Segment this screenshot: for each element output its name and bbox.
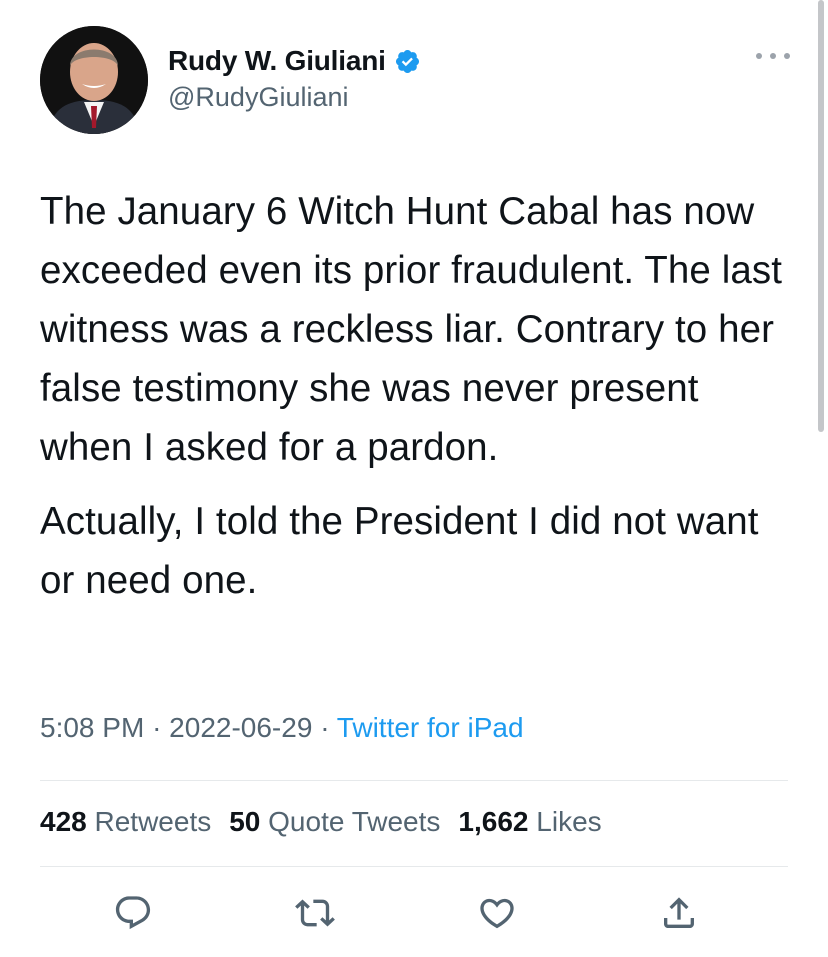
verified-badge-icon xyxy=(395,49,419,73)
scrollbar[interactable] xyxy=(818,0,824,432)
tweet-header: Rudy W. Giuliani @RudyGiuliani xyxy=(40,26,800,138)
quote-tweets-stat[interactable]: 50 Quote Tweets xyxy=(229,806,440,838)
author-handle[interactable]: @RudyGiuliani xyxy=(168,82,421,113)
quotes-label: Quote Tweets xyxy=(268,806,441,837)
tweet-paragraph: The January 6 Witch Hunt Cabal has now e… xyxy=(40,190,783,469)
retweets-count: 428 xyxy=(40,806,87,837)
tweet-paragraph: Actually, I told the President I did not… xyxy=(40,500,759,602)
share-icon xyxy=(664,897,694,928)
divider xyxy=(40,780,788,781)
retweets-stat[interactable]: 428 Retweets xyxy=(40,806,211,838)
likes-count: 1,662 xyxy=(458,806,529,837)
like-icon xyxy=(480,898,514,929)
meta-separator: · xyxy=(152,712,162,743)
like-button[interactable] xyxy=(472,888,522,938)
retweet-icon xyxy=(295,899,335,927)
author-display-name[interactable]: Rudy W. Giuliani xyxy=(168,45,386,77)
likes-label: Likes xyxy=(536,806,602,837)
engagement-stats: 428 Retweets 50 Quote Tweets 1,662 Likes xyxy=(40,806,602,838)
more-icon[interactable] xyxy=(756,46,790,66)
likes-stat[interactable]: 1,662 Likes xyxy=(458,806,601,838)
retweet-button[interactable] xyxy=(290,888,340,938)
divider xyxy=(40,866,788,867)
avatar[interactable] xyxy=(40,26,148,134)
tweet-actions xyxy=(40,888,788,938)
reply-button[interactable] xyxy=(108,888,158,938)
tweet-text: The January 6 Witch Hunt Cabal has now e… xyxy=(40,182,800,610)
tweet-time[interactable]: 5:08 PM xyxy=(40,712,144,743)
tweet-source-link[interactable]: Twitter for iPad xyxy=(337,712,524,743)
reply-icon xyxy=(115,896,151,930)
quotes-count: 50 xyxy=(229,806,261,837)
share-button[interactable] xyxy=(654,888,704,938)
meta-separator: · xyxy=(320,712,330,743)
tweet-date[interactable]: 2022-06-29 xyxy=(169,712,312,743)
tweet-meta: 5:08 PM · 2022-06-29 · Twitter for iPad xyxy=(40,712,524,744)
retweets-label: Retweets xyxy=(94,806,212,837)
